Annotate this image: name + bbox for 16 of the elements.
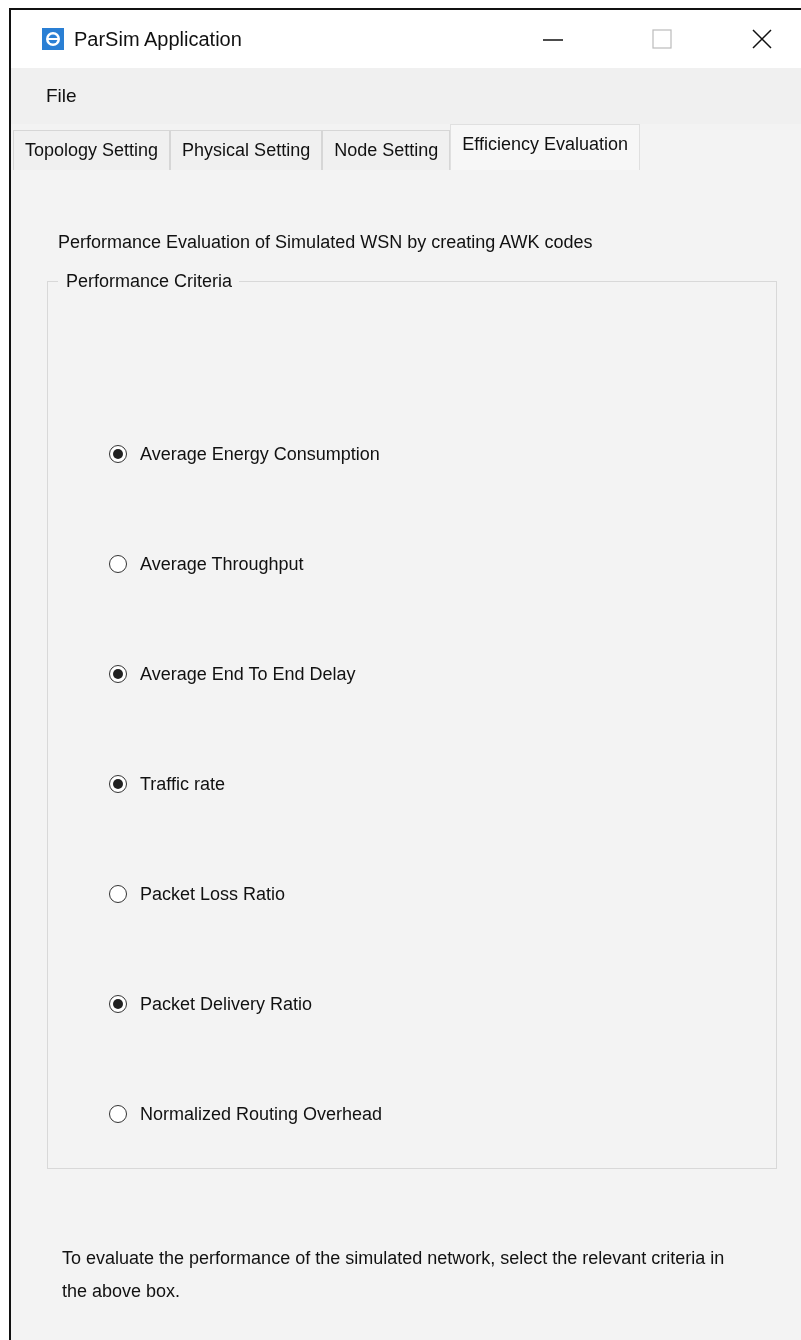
tab[interactable]: Node Setting (322, 130, 451, 170)
tab[interactable]: Topology Setting (13, 130, 171, 170)
menu-item[interactable]: File (42, 83, 81, 109)
option-label[interactable]: Packet Loss Ratio (140, 883, 286, 905)
option-label[interactable]: Average Energy Consumption (140, 443, 380, 465)
option-label[interactable]: Normalized Routing Overhead (140, 1103, 383, 1125)
option-label[interactable]: Packet Delivery Ratio (140, 993, 313, 1015)
option-label[interactable]: Average End To End Delay (140, 663, 356, 685)
description-text: Performance Evaluation of Simulated WSN by creating AWK codes (58, 232, 594, 253)
tab[interactable]: Physical Setting (170, 130, 323, 170)
option-label[interactable]: Traffic rate (140, 773, 226, 795)
option-label[interactable]: Average Throughput (140, 553, 304, 575)
group-title: Performance Criteria (65, 271, 234, 292)
window-title: ParSim Application (74, 27, 242, 51)
instruction-text: To evaluate the performance of the simulated network, select the relevant criteria in the above box. (62, 1247, 726, 1303)
tab[interactable]: Efficiency Evaluation (450, 124, 640, 170)
